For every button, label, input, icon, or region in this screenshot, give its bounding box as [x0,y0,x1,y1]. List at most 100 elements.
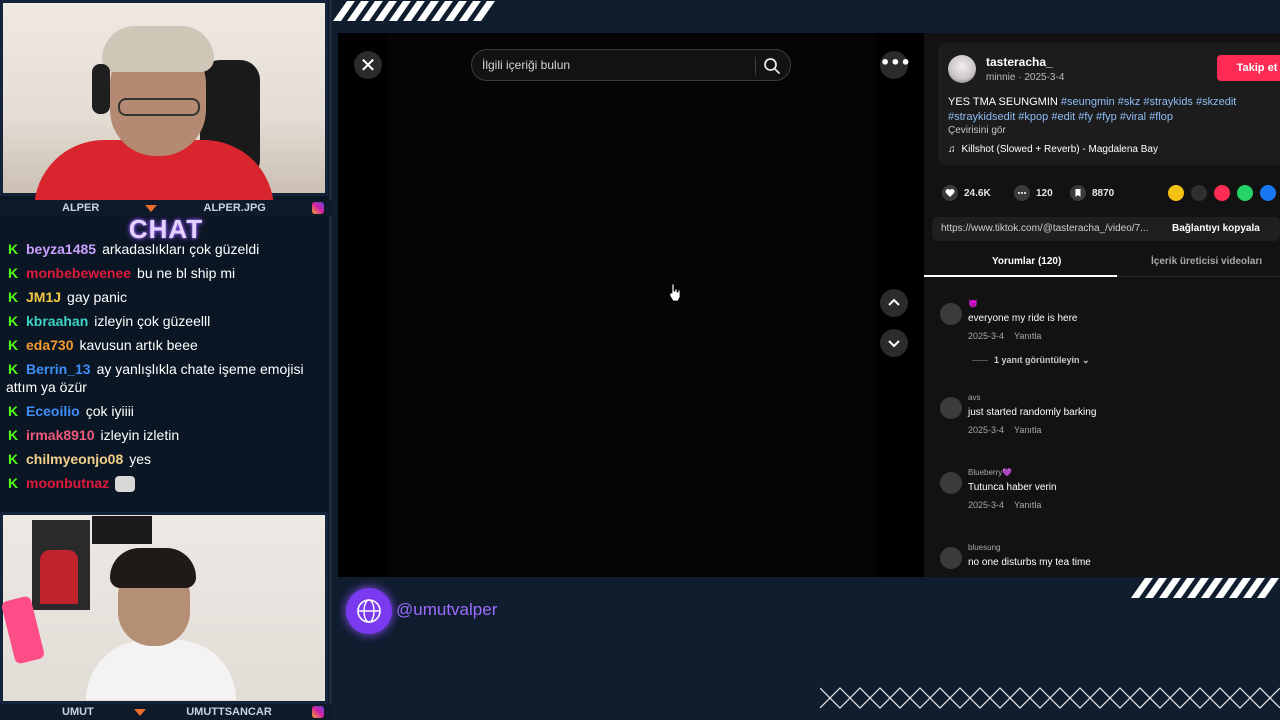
chevron-down-icon [888,340,900,348]
chat-username: Berrin_13 [26,361,91,377]
commenter-username[interactable]: Blueberry💜 [968,468,1012,477]
tab-comments[interactable]: Yorumlar (120) [992,256,1061,267]
chat-message: K Eceoilio çok iyiiii [6,402,326,420]
search-box[interactable] [471,49,791,81]
author-username[interactable]: tasteracha_ [986,55,1053,69]
chat-username: JM1J [26,289,62,305]
commenter-username[interactable]: avs [968,393,980,402]
reply-button[interactable]: Yanıtla [1014,500,1041,510]
comment-meta: 2025-3-4 Yanıtla [968,425,1041,435]
tab-creator-videos[interactable]: İçerik üreticisi videoları [1151,256,1262,267]
streamer-1-hair [102,26,214,72]
kick-badge-icon: K [8,427,19,443]
commenter-avatar[interactable] [940,547,962,569]
search-input[interactable] [482,50,752,80]
bookmark-icon [1070,185,1086,201]
comment-date: 2025-3-4 [968,331,1005,341]
cam-bottom-right-label: UMUTTSANCAR [186,706,272,718]
post-detail-panel: tasteracha_ minnie · 2025-3-4 Takip et Y… [924,33,1280,577]
decorative-stripes-top [332,1,496,21]
chat-message: Kkbraahan izleyin çok güzeelll [6,312,326,330]
comment-text: everyone my ride is here [968,313,1078,324]
share-link-row: https://www.tiktok.com/@tasteracha_/vide… [932,217,1280,241]
comment-date: 2025-3-4 [968,425,1005,435]
comment-action[interactable]: 120 [1014,183,1053,203]
instagram-icon [311,706,324,718]
view-replies-button[interactable]: 1 yanıt görüntüleyin ⌄ [972,355,1090,366]
commenter-avatar[interactable] [940,397,962,419]
chat-message: Keda730 kavusun artık beee [6,336,326,354]
facebook-icon[interactable] [1260,185,1276,201]
search-button[interactable] [762,56,782,76]
headset [92,64,110,114]
reply-button[interactable]: Yanıtla [1014,425,1041,435]
close-button[interactable]: ✕ [354,51,382,79]
kick-badge-icon: K [8,337,19,353]
chat-text: izleyin izletin [100,427,180,443]
panel-tabs: Yorumlar (120) İçerik üreticisi videolar… [924,249,1280,277]
chat-username: Eceoilio [26,403,80,419]
repost-icon[interactable] [1168,185,1184,201]
music-link[interactable]: ♫ Killshot (Slowed + Reverb) - Magdalena … [948,144,1158,155]
caption-hashtags-2[interactable]: #straykidsedit #kpop #edit #fy #fyp #vir… [948,111,1173,123]
chat-message: Kchilmyeonjo08 yes [6,450,326,468]
video-frame[interactable] [388,33,876,577]
cam-label-bar-bottom: UMUT UMUTTSANCAR [0,704,332,720]
chat-username: chilmyeonjo08 [26,451,124,467]
globe-icon [346,588,392,634]
embed-icon[interactable] [1191,185,1207,201]
author-avatar[interactable] [948,55,976,83]
chat-username: eda730 [26,337,74,353]
cam-top-left-label: ALPER [62,202,100,214]
chat-text: bu ne bl ship mi [137,265,236,281]
save-count: 8870 [1092,187,1115,199]
whatsapp-icon[interactable] [1237,185,1253,201]
author-submeta: minnie · 2025-3-4 [986,72,1065,83]
copy-link-button[interactable]: Bağlantıyı kopyala [1172,223,1260,234]
cam-top-right-label: ALPER.JPG [203,202,266,214]
commenter-avatar[interactable] [940,303,962,325]
chat-message: Kmonbebewenee bu ne bl ship mi [6,264,326,282]
cam-bottom-left-label: UMUT [62,706,94,718]
music-note-icon: ♫ [948,144,956,155]
chat-message: Kbeyza1485 arkadaslıkları çok güzeldi [6,240,326,258]
like-action[interactable]: 24.6K [942,183,991,203]
kick-badge-icon: K [8,313,19,329]
view-replies-label: 1 yanıt görüntüleyin ⌄ [994,355,1090,365]
see-translation-link[interactable]: Çevirisini gör [948,125,1006,136]
post-actions-row: 24.6K 120 8870 [938,183,1280,203]
kick-badge-icon: K [8,403,19,419]
share-link-url[interactable]: https://www.tiktok.com/@tasteracha_/vide… [941,223,1163,234]
chat-text: yes [129,451,152,467]
chat-username: irmak8910 [26,427,95,443]
commenter-avatar[interactable] [940,472,962,494]
follow-button[interactable]: Takip et [1217,55,1280,81]
instagram-icon [311,202,324,214]
globe-icon-svg [357,599,381,623]
kick-badge-icon: K [8,289,19,305]
commenter-username[interactable]: 😈 [968,299,978,308]
search-icon [764,58,780,74]
caption-hashtags[interactable]: #seungmin #skz #straykids #skzedit [1061,96,1236,108]
chat-username: monbebewenee [26,265,132,281]
save-action[interactable]: 8870 [1070,183,1114,203]
more-options-button[interactable]: ••• [880,51,911,79]
commenter-username[interactable]: bluesung [968,543,1000,552]
chevron-up-icon [888,298,900,306]
chat-text: kavusun artık beee [79,337,198,353]
poster-figure [40,550,78,604]
tiktok-video-viewer: ✕ ••• [338,33,1280,577]
decorative-diamond-pattern [820,687,1280,709]
previous-video-button[interactable] [880,289,908,317]
next-video-button[interactable] [880,329,908,357]
kick-badge-icon: K [8,475,19,491]
send-icon[interactable] [1214,185,1230,201]
comment-text: just started randomly barking [968,407,1097,418]
reply-button[interactable]: Yanıtla [1014,331,1041,341]
chat-text: çok iyiiii [85,403,134,419]
kick-badge-icon: K [8,265,19,281]
kick-badge-icon: K [8,361,19,377]
video-player[interactable] [338,33,876,577]
chat-message: K JM1J gay panic [6,288,326,306]
chat-text: gay panic [67,289,127,305]
